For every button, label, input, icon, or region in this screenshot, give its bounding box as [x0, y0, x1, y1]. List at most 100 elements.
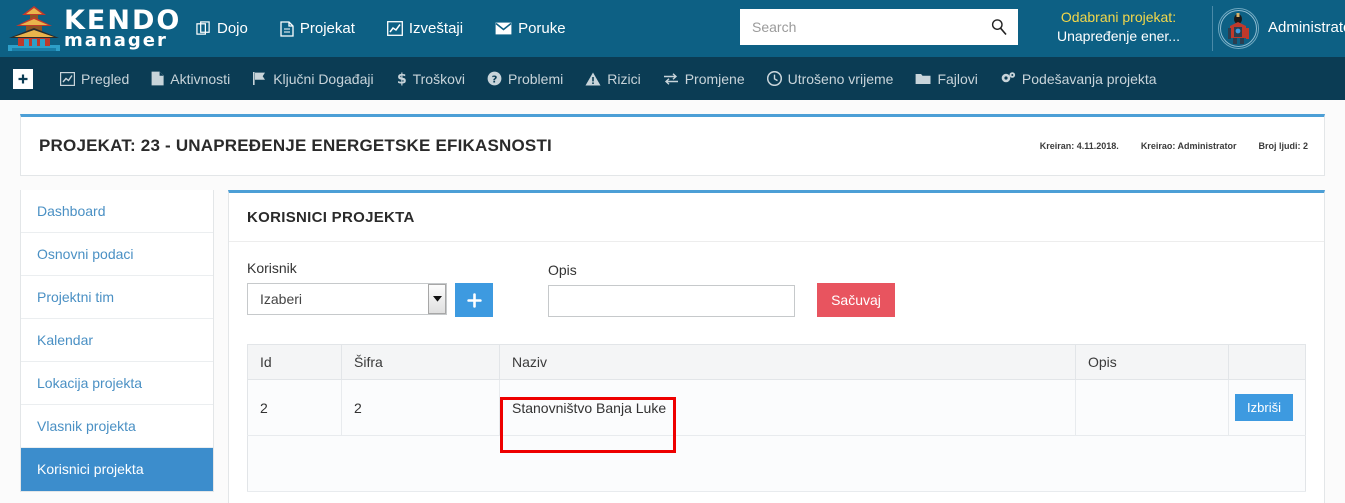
top-header: KENDO manager Dojo Projekat Izveštaji Po… [0, 0, 1345, 57]
warning-triangle-icon [585, 72, 601, 86]
subnav-label: Utrošeno vrijeme [787, 70, 894, 87]
table-head: Id Šifra Naziv Opis [247, 344, 1306, 380]
app-root: KENDO manager Dojo Projekat Izveštaji Po… [0, 0, 1345, 503]
delete-button[interactable]: Izbriši [1235, 394, 1293, 421]
subnav-label: Troškovi [412, 70, 465, 87]
chevron-down-icon[interactable] [428, 284, 446, 314]
nav-label-projekat: Projekat [299, 20, 355, 37]
panel-form-area: Korisnik Izaberi Opis Sačuvaj [229, 242, 1324, 317]
sidebar-item-vlasnik-projekta[interactable]: Vlasnik projekta [21, 405, 213, 448]
subnav-item-troskovi[interactable]: $ Troškovi [385, 57, 476, 100]
cell-sifra: 2 [341, 379, 500, 436]
kendo-warrior-avatar-icon [1220, 10, 1257, 47]
sidebar-item-label: Korisnici projekta [37, 461, 144, 477]
table-header-row: Id Šifra Naziv Opis [247, 344, 1306, 380]
pagoda-logo-icon [8, 5, 60, 51]
subnav-item-pregled[interactable]: Pregled [49, 57, 140, 100]
selected-project[interactable]: Odabrani projekat: Unapređenje ener... [1031, 8, 1206, 46]
column-header-opis[interactable]: Opis [1075, 344, 1229, 380]
korisnici-panel: KORISNICI PROJEKTA Korisnik Izaberi Opis… [228, 190, 1325, 503]
exchange-arrows-icon [663, 72, 679, 86]
chart-line-icon [60, 71, 75, 86]
project-sidebar: Dashboard Osnovni podaci Projektni tim K… [20, 190, 214, 492]
nav-label-izvestaji: Izveštaji [408, 20, 464, 37]
content-area: Dashboard Osnovni podaci Projektni tim K… [0, 176, 1345, 503]
column-header-sifra[interactable]: Šifra [341, 344, 500, 380]
sidebar-item-lokacija-projekta[interactable]: Lokacija projekta [21, 362, 213, 405]
table-body: 2 2 Stanovništvo Banja Luke Izbriši [247, 379, 1306, 492]
subnav-item-podesavanja-projekta[interactable]: Podešavanja projekta [989, 57, 1168, 100]
subnav-label: Fajlovi [937, 70, 978, 87]
nav-item-izvestaji[interactable]: Izveštaji [371, 0, 479, 57]
nav-item-projekat[interactable]: Projekat [264, 0, 371, 57]
svg-text:$: $ [397, 72, 407, 87]
search-input[interactable] [750, 18, 990, 36]
search-icon[interactable] [990, 18, 1008, 36]
subnav-label: Problemi [507, 70, 564, 87]
username-label[interactable]: Administrator [1268, 19, 1345, 36]
sidebar-item-korisnici-projekta[interactable]: Korisnici projekta [21, 448, 213, 491]
save-button[interactable]: Sačuvaj [817, 283, 895, 317]
panel-header: KORISNICI PROJEKTA [229, 193, 1324, 242]
subnav-item-rizici[interactable]: Rizici [574, 57, 651, 100]
table-footer-row [247, 435, 1306, 492]
opis-input[interactable] [548, 285, 795, 317]
subnav-label: Ključni Događaji [273, 70, 374, 87]
table-footer-cell [247, 435, 1306, 492]
nav-item-dojo[interactable]: Dojo [180, 0, 264, 57]
plus-square-icon [16, 71, 30, 86]
subnav-item-aktivnosti[interactable]: Aktivnosti [140, 57, 241, 100]
selected-project-value: Unapređenje ener... [1057, 28, 1180, 44]
avatar[interactable] [1218, 8, 1259, 49]
cell-naziv: Stanovništvo Banja Luke [499, 379, 1076, 436]
sidebar-item-label: Projektni tim [37, 289, 115, 305]
sidebar-item-osnovni-podaci[interactable]: Osnovni podaci [21, 233, 213, 276]
copy-icon [196, 21, 211, 36]
subnav-item-kljucni-dogadjaji[interactable]: Ključni Događaji [241, 57, 384, 100]
subnav-item-promjene[interactable]: Promjene [652, 57, 756, 100]
project-meta-created-by: Kreirao: Administrator [1140, 141, 1237, 151]
page-title: PROJEKAT: 23 - UNAPREĐENJE ENERGETSKE EF… [39, 136, 552, 155]
cell-id: 2 [247, 379, 342, 436]
project-meta: Kreiran: 4.11.2018. Kreirao: Administrat… [1040, 141, 1308, 151]
subnav-item-problemi[interactable]: ? Problemi [476, 57, 574, 100]
envelope-icon [495, 22, 512, 35]
sidebar-item-projektni-tim[interactable]: Projektni tim [21, 276, 213, 319]
dollar-icon: $ [396, 71, 407, 87]
project-subnav: Pregled Aktivnosti Ključni Događaji $ Tr… [0, 57, 1345, 100]
add-new-button[interactable] [13, 68, 33, 89]
document-icon [280, 20, 294, 37]
subnav-label: Podešavanja projekta [1021, 70, 1157, 87]
sidebar-item-label: Osnovni podaci [37, 246, 134, 262]
korisnik-select-value: Izaberi [260, 291, 303, 307]
svg-text:?: ? [492, 75, 498, 86]
add-user-form: Korisnik Izaberi Opis Sačuvaj [247, 260, 1306, 317]
cell-actions: Izbriši [1228, 379, 1306, 436]
chart-line-icon [386, 21, 403, 36]
clock-icon [766, 71, 782, 86]
app-logo[interactable]: KENDO manager [0, 0, 179, 57]
subnav-item-fajlovi[interactable]: Fajlovi [904, 57, 988, 100]
subnav-label: Promjene [684, 70, 745, 87]
panel-title: KORISNICI PROJEKTA [247, 209, 415, 226]
column-header-id[interactable]: Id [247, 344, 342, 380]
subnav-item-utroseno-vrijeme[interactable]: Utrošeno vrijeme [756, 57, 905, 100]
sidebar-item-kalendar[interactable]: Kalendar [21, 319, 213, 362]
question-circle-icon: ? [487, 71, 502, 86]
table-row[interactable]: 2 2 Stanovništvo Banja Luke Izbriši [247, 379, 1306, 436]
column-header-naziv[interactable]: Naziv [499, 344, 1076, 380]
sidebar-item-dashboard[interactable]: Dashboard [21, 190, 213, 233]
project-meta-people-count: Broj ljudi: 2 [1258, 141, 1309, 151]
file-icon [151, 71, 164, 86]
sidebar-item-label: Dashboard [37, 203, 106, 219]
header-divider [1212, 6, 1213, 51]
selected-project-label: Odabrani projekat: [1060, 9, 1177, 25]
users-table-wrapper: Id Šifra Naziv Opis 2 2 Stanovništvo Ban… [229, 317, 1324, 503]
add-user-button[interactable] [455, 283, 493, 317]
sidebar-item-label: Vlasnik projekta [37, 418, 136, 434]
korisnik-select[interactable]: Izaberi [247, 283, 447, 315]
opis-label: Opis [548, 262, 577, 278]
nav-item-poruke[interactable]: Poruke [479, 0, 582, 57]
primary-nav: Dojo Projekat Izveštaji Poruke [180, 0, 582, 57]
search-container[interactable] [740, 9, 1018, 45]
